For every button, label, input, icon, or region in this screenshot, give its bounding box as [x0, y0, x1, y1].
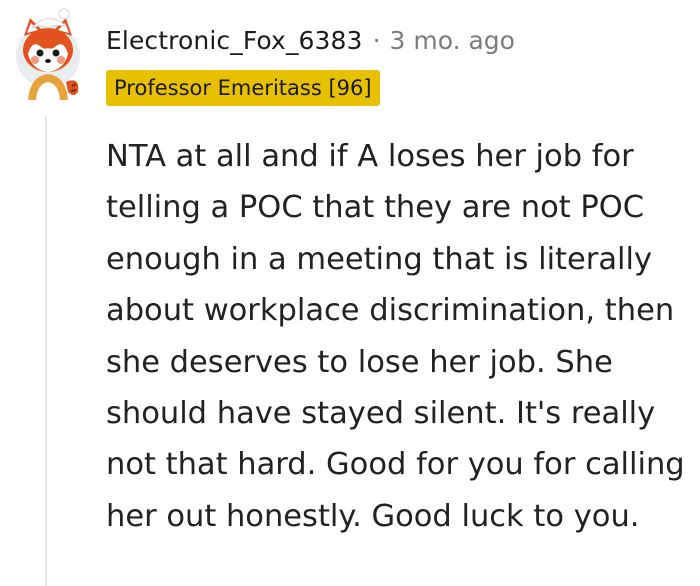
- timestamp[interactable]: 3 mo. ago: [390, 26, 515, 55]
- meta-separator: ·: [372, 25, 381, 55]
- user-flair-badge: Professor Emeritass [96]: [106, 70, 380, 106]
- username-link[interactable]: Electronic_Fox_6383: [106, 26, 363, 55]
- comment-header: Electronic_Fox_6383 · 3 mo. ago: [106, 20, 515, 60]
- red-panda-avatar-icon: [16, 8, 80, 100]
- avatar[interactable]: [14, 6, 90, 100]
- thread-line[interactable]: [45, 116, 47, 586]
- comment: Electronic_Fox_6383 · 3 mo. ago Professo…: [0, 0, 700, 586]
- comment-body: NTA at all and if A loses her job for te…: [106, 139, 685, 534]
